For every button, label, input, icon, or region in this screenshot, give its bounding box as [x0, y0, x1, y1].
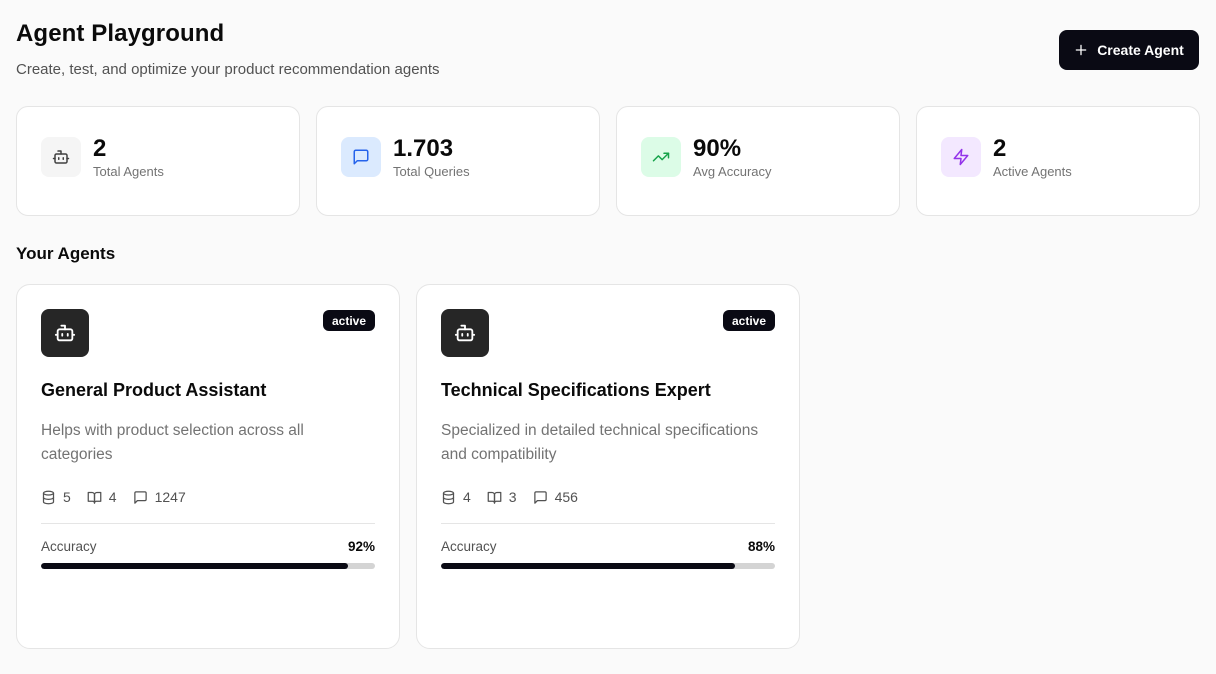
message-square-icon: [533, 490, 547, 504]
queries-value: 456: [554, 489, 578, 505]
page-title: Agent Playground: [16, 20, 225, 47]
queries-count: 456: [533, 489, 578, 505]
accuracy-row: Accuracy 88%: [441, 539, 775, 554]
knowledge-count: 3: [487, 489, 517, 505]
accuracy-bar-fill: [41, 563, 349, 569]
knowledge-count: 4: [87, 489, 117, 505]
stat-card-total-agents: 2 Total Agents: [16, 106, 300, 216]
page-subtitle: Create, test, and optimize your product …: [16, 61, 440, 78]
stat-label: Avg Accuracy: [693, 164, 772, 179]
book-open-icon: [87, 491, 102, 504]
queries-count: 1247: [133, 489, 186, 505]
stat-label: Total Agents: [93, 164, 164, 179]
stat-card-active-agents: 2 Active Agents: [916, 106, 1200, 216]
agent-card[interactable]: active General Product Assistant Helps w…: [16, 284, 400, 649]
agent-playground-page: Agent Playground Create, test, and optim…: [0, 0, 1216, 674]
database-icon: [42, 490, 55, 504]
create-agent-button[interactable]: Create Agent: [1059, 30, 1199, 70]
knowledge-value: 4: [108, 489, 117, 505]
stat-label: Total Queries: [393, 164, 470, 179]
stat-value: 90%: [693, 135, 742, 162]
database-icon: [442, 490, 455, 504]
accuracy-value: 92%: [347, 539, 375, 554]
knowledge-value: 3: [508, 489, 517, 505]
data-sources-value: 5: [63, 489, 71, 505]
message-square-icon: [341, 137, 381, 177]
divider: [41, 523, 375, 524]
accuracy-label: Accuracy: [41, 539, 97, 554]
accuracy-bar: [441, 563, 775, 569]
data-sources-value: 4: [463, 489, 471, 505]
create-agent-label: Create Agent: [1097, 42, 1184, 58]
stat-card-avg-accuracy: 90% Avg Accuracy: [616, 106, 900, 216]
bot-icon: [441, 309, 489, 357]
stat-card-total-queries: 1.703 Total Queries: [316, 106, 600, 216]
bot-icon: [41, 137, 81, 177]
book-open-icon: [487, 491, 502, 504]
stats-row: 2 Total Agents 1.703 Total Queries 90% A…: [16, 106, 1200, 216]
agent-name: General Product Assistant: [41, 380, 267, 400]
stat-value: 2: [993, 135, 1007, 162]
accuracy-label: Accuracy: [441, 539, 497, 554]
agent-description: Specialized in detailed technical specif…: [441, 422, 759, 463]
stat-value: 2: [93, 135, 107, 162]
agent-meta: 5 4 1247: [41, 489, 375, 505]
status-badge: active: [722, 310, 775, 331]
status-badge: active: [322, 310, 375, 331]
agent-name: Technical Specifications Expert: [441, 380, 711, 400]
agents-grid: active General Product Assistant Helps w…: [16, 284, 1200, 649]
stat-label: Active Agents: [993, 164, 1072, 179]
message-square-icon: [133, 490, 147, 504]
plus-icon: [1075, 44, 1087, 56]
accuracy-row: Accuracy 92%: [41, 539, 375, 554]
accuracy-bar: [41, 563, 375, 569]
accuracy-bar-fill: [441, 563, 735, 569]
trending-up-icon: [641, 137, 681, 177]
agent-description: Helps with product selection across all …: [41, 422, 304, 463]
data-sources-count: 5: [41, 489, 71, 505]
queries-value: 1247: [154, 489, 186, 505]
stat-value: 1.703: [393, 135, 454, 162]
zap-icon: [941, 137, 981, 177]
accuracy-value: 88%: [747, 539, 775, 554]
agent-card[interactable]: active Technical Specifications Expert S…: [416, 284, 800, 649]
agent-meta: 4 3 456: [441, 489, 775, 505]
data-sources-count: 4: [441, 489, 471, 505]
bot-icon: [41, 309, 89, 357]
section-title: Your Agents: [16, 244, 116, 263]
divider: [441, 523, 775, 524]
page-header: Agent Playground Create, test, and optim…: [16, 0, 1200, 106]
